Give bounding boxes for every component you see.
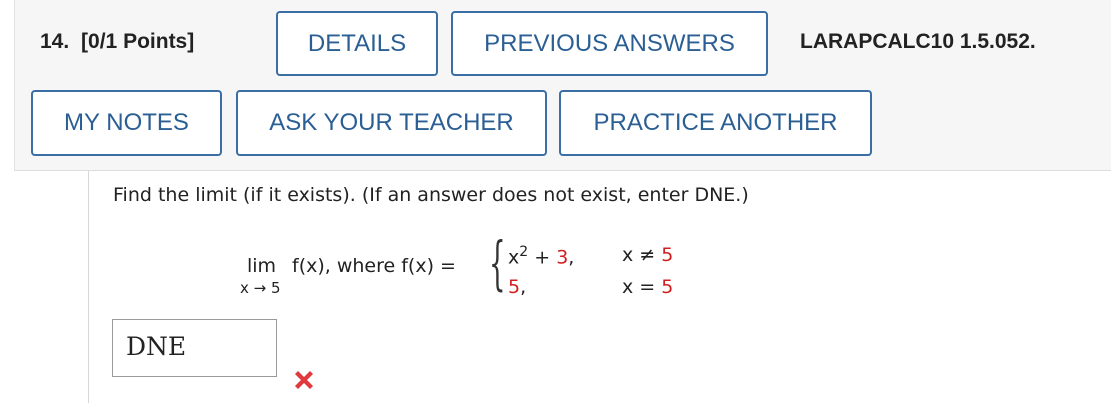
question-number: 14. [0/1 Points] <box>40 30 195 53</box>
ask-your-teacher-button[interactable]: ASK YOUR TEACHER <box>236 90 547 156</box>
x-mark-icon <box>295 371 313 389</box>
case2-condition: x = 5 <box>622 276 674 298</box>
lim-subscript: x → 5 <box>240 279 281 297</box>
answer-input[interactable]: DNE <box>112 319 277 377</box>
case2-expression: 5, <box>508 276 527 298</box>
piecewise-brace: { <box>489 229 506 297</box>
function-definition-label: f(x), where f(x) = <box>292 255 456 277</box>
details-button[interactable]: DETAILS <box>276 11 438 76</box>
practice-another-button[interactable]: PRACTICE ANOTHER <box>559 90 872 156</box>
case1-condition: x ≠ 5 <box>622 244 674 266</box>
lim-operator: lim <box>247 255 277 277</box>
my-notes-button[interactable]: MY NOTES <box>31 90 222 156</box>
content-left-rule <box>88 171 89 403</box>
previous-answers-button[interactable]: PREVIOUS ANSWERS <box>451 11 768 76</box>
question-prompt: Find the limit (if it exists). (If an an… <box>113 184 749 206</box>
case1-expression: x2 + 3, <box>508 244 575 269</box>
points-label: [0/1 Points] <box>81 30 195 53</box>
problem-code: LARAPCALC10 1.5.052. <box>800 30 1036 53</box>
